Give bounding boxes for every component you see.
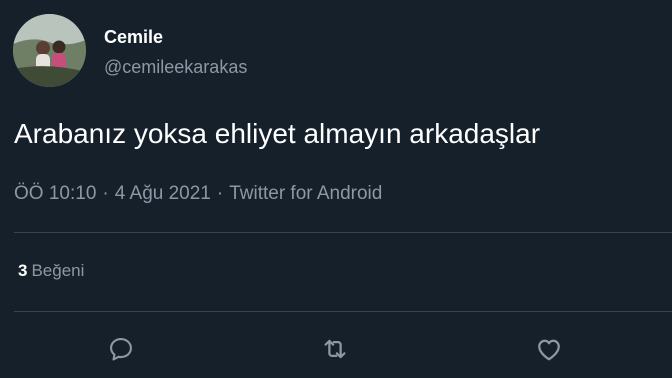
likes-count: 3 [18, 261, 28, 280]
reply-button[interactable] [106, 334, 136, 364]
heart-icon [538, 339, 560, 361]
likes-label: Beğeni [31, 261, 85, 280]
separator: · [102, 183, 109, 204]
tweet-time[interactable]: ÖÖ 10:10 [14, 183, 96, 204]
likes-stat[interactable]: 3 Beğeni [18, 261, 84, 281]
retweet-button[interactable] [320, 334, 350, 364]
tweet-text: Arabanız yoksa ehliyet almayın arkadaşla… [14, 118, 541, 149]
avatar-photo [13, 14, 86, 87]
display-name[interactable]: Cemile [104, 27, 163, 48]
reply-icon [110, 338, 132, 361]
divider [14, 311, 672, 312]
retweet-icon [324, 339, 346, 359]
like-button[interactable] [534, 334, 564, 364]
divider [14, 232, 672, 233]
tweet-metadata: ÖÖ 10:10 · 4 Ağu 2021 · Twitter for Android [14, 183, 382, 205]
tweet-source[interactable]: Twitter for Android [229, 183, 382, 204]
avatar[interactable] [13, 14, 86, 87]
separator: · [216, 183, 224, 204]
user-handle[interactable]: @cemileekarakas [104, 57, 247, 78]
tweet-date[interactable]: 4 Ağu 2021 [115, 183, 211, 204]
